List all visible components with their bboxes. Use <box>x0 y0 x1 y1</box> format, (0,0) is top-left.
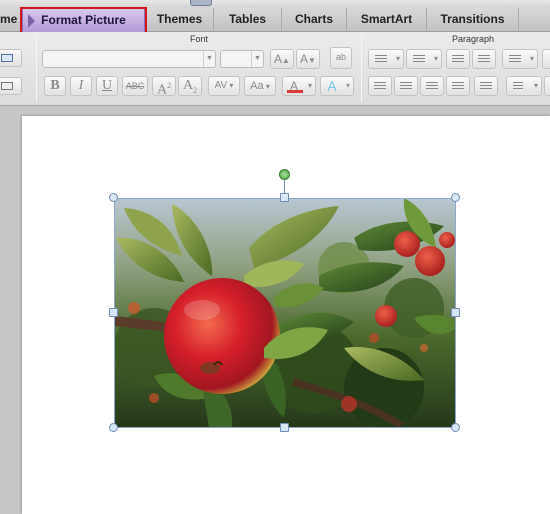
tab-charts[interactable]: Charts <box>282 8 347 32</box>
underline-button[interactable]: U <box>96 76 118 96</box>
align-left-button[interactable] <box>368 76 392 96</box>
strikethrough-button[interactable]: ABC <box>122 76 148 96</box>
tab-label: Charts <box>294 12 333 26</box>
tab-transitions[interactable]: Transitions <box>427 8 519 32</box>
resize-handle-top[interactable] <box>280 193 289 202</box>
text-effects-button[interactable]: A ▾ <box>320 76 354 96</box>
line-spacing-button[interactable]: ▾ <box>502 49 538 69</box>
bullets-button[interactable]: ▾ <box>368 49 404 69</box>
document-area <box>0 106 550 514</box>
group-separator <box>361 34 362 102</box>
font-size-combo[interactable]: ▼ <box>220 50 264 68</box>
numbering-button[interactable]: ▾ <box>406 49 442 69</box>
layout-button[interactable] <box>0 49 22 67</box>
toolbar-button-fragment[interactable] <box>190 0 212 6</box>
apple-picture[interactable] <box>114 198 456 428</box>
font-name-combo[interactable]: ▼ <box>42 50 216 68</box>
resize-handle-bottom[interactable] <box>280 423 289 432</box>
group-separator <box>36 34 37 102</box>
resize-handle-bottom-right[interactable] <box>451 423 460 432</box>
paragraph-extra-button[interactable] <box>542 49 550 69</box>
resize-handle-top-left[interactable] <box>109 193 118 202</box>
ribbon-panel: Font ▼ ▼ A▲ A▼ ab B I U ABC A2 A2 AV ▾ A… <box>0 32 550 106</box>
decrease-indent-button[interactable] <box>446 49 470 69</box>
clear-formatting-button[interactable]: ab <box>330 47 352 69</box>
paragraph-extra-button-2[interactable] <box>544 76 550 96</box>
highlight-annotation-box <box>20 7 147 34</box>
shrink-font-button[interactable]: A▼ <box>296 49 320 69</box>
slide-page[interactable] <box>22 116 550 514</box>
resize-handle-top-right[interactable] <box>451 193 460 202</box>
character-spacing-button[interactable]: AV ▾ <box>208 76 240 96</box>
tab-label: me <box>0 12 18 26</box>
rotation-handle[interactable] <box>279 169 290 180</box>
align-center-button[interactable] <box>394 76 418 96</box>
font-group-title: Font <box>190 34 209 44</box>
chevron-down-icon: ▼ <box>251 51 263 67</box>
bold-button[interactable]: B <box>44 76 66 96</box>
tab-label: Tables <box>228 12 267 26</box>
columns-button[interactable]: ▾ <box>506 76 542 96</box>
chevron-down-icon: ▼ <box>203 51 215 67</box>
tab-smartart[interactable]: SmartArt <box>347 8 427 32</box>
justify-button[interactable] <box>446 76 470 96</box>
tab-label: Themes <box>156 12 203 26</box>
apple-photo-image <box>114 198 456 428</box>
resize-handle-left[interactable] <box>109 308 118 317</box>
align-right-button[interactable] <box>420 76 444 96</box>
resize-handle-bottom-left[interactable] <box>109 423 118 432</box>
color-bar <box>287 90 303 93</box>
italic-button[interactable]: I <box>70 76 92 96</box>
tab-home[interactable]: me <box>0 8 22 32</box>
increase-indent-button[interactable] <box>472 49 496 69</box>
tab-themes[interactable]: Themes <box>146 8 214 32</box>
subscript-button[interactable]: A2 <box>178 76 202 96</box>
change-case-button[interactable]: Aa ▾ <box>244 76 276 96</box>
tab-label: Transitions <box>440 12 505 26</box>
tab-label: SmartArt <box>360 12 413 26</box>
font-color-button[interactable]: A ▾ <box>282 76 316 96</box>
paragraph-group-title: Paragraph <box>452 34 495 44</box>
superscript-button[interactable]: A2 <box>152 76 176 98</box>
grow-font-button[interactable]: A▲ <box>270 49 294 69</box>
arrange-button[interactable] <box>0 77 22 95</box>
distributed-button[interactable] <box>474 76 498 96</box>
resize-handle-right[interactable] <box>451 308 460 317</box>
tab-tables[interactable]: Tables <box>214 8 282 32</box>
